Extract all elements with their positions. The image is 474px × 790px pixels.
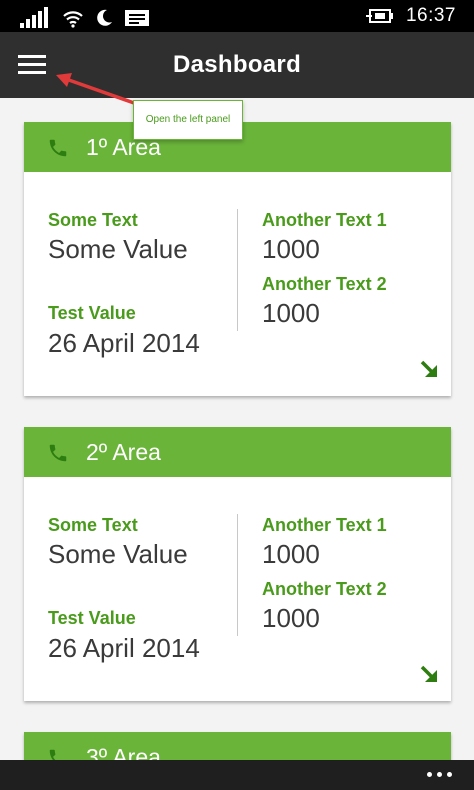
field-value: 1000 (262, 298, 320, 328)
field-label: Some Text (48, 210, 138, 230)
card-header[interactable]: 2º Area (24, 427, 451, 477)
app-bar (0, 760, 474, 790)
quiet-hours-icon (94, 8, 114, 28)
expand-arrow-icon[interactable] (419, 664, 439, 689)
more-icon[interactable] (427, 772, 452, 777)
field-value: Some Value (48, 234, 188, 264)
phone-icon (46, 442, 70, 469)
field-value: 1000 (262, 603, 320, 633)
column-divider (237, 209, 238, 331)
card-body: Some Text Some Value Test Value 26 April… (24, 172, 451, 396)
column-divider (237, 514, 238, 636)
signal-icon (20, 7, 48, 28)
clock: 16:37 (405, 5, 456, 26)
menu-icon[interactable] (18, 55, 46, 75)
area-card: 2º Area Some Text Some Value Test Value … (24, 427, 451, 701)
field-label: Some Text (48, 515, 138, 535)
card-body: Some Text Some Value Test Value 26 April… (24, 477, 451, 701)
area-card: 1º Area Some Text Some Value Test Value … (24, 122, 451, 396)
field-label: Another Text 2 (262, 274, 387, 294)
annotation-tooltip: Open the left panel (133, 100, 243, 140)
message-icon (124, 8, 150, 28)
field-value: 26 April 2014 (48, 328, 200, 358)
battery-charging-icon (365, 7, 396, 25)
field-value: 1000 (262, 539, 320, 569)
field-label: Test Value (48, 303, 136, 323)
phone-icon (46, 137, 70, 164)
expand-arrow-icon[interactable] (419, 359, 439, 384)
status-bar: 16:37 (0, 0, 474, 32)
field-value: 1000 (262, 234, 320, 264)
field-value: Some Value (48, 539, 188, 569)
field-label: Test Value (48, 608, 136, 628)
field-value: 26 April 2014 (48, 633, 200, 663)
field-label: Another Text 2 (262, 579, 387, 599)
wifi-icon (62, 8, 84, 28)
annotation-arrow-icon (56, 73, 136, 105)
field-label: Another Text 1 (262, 515, 387, 535)
field-label: Another Text 1 (262, 210, 387, 230)
card-title: 2º Area (86, 439, 161, 465)
